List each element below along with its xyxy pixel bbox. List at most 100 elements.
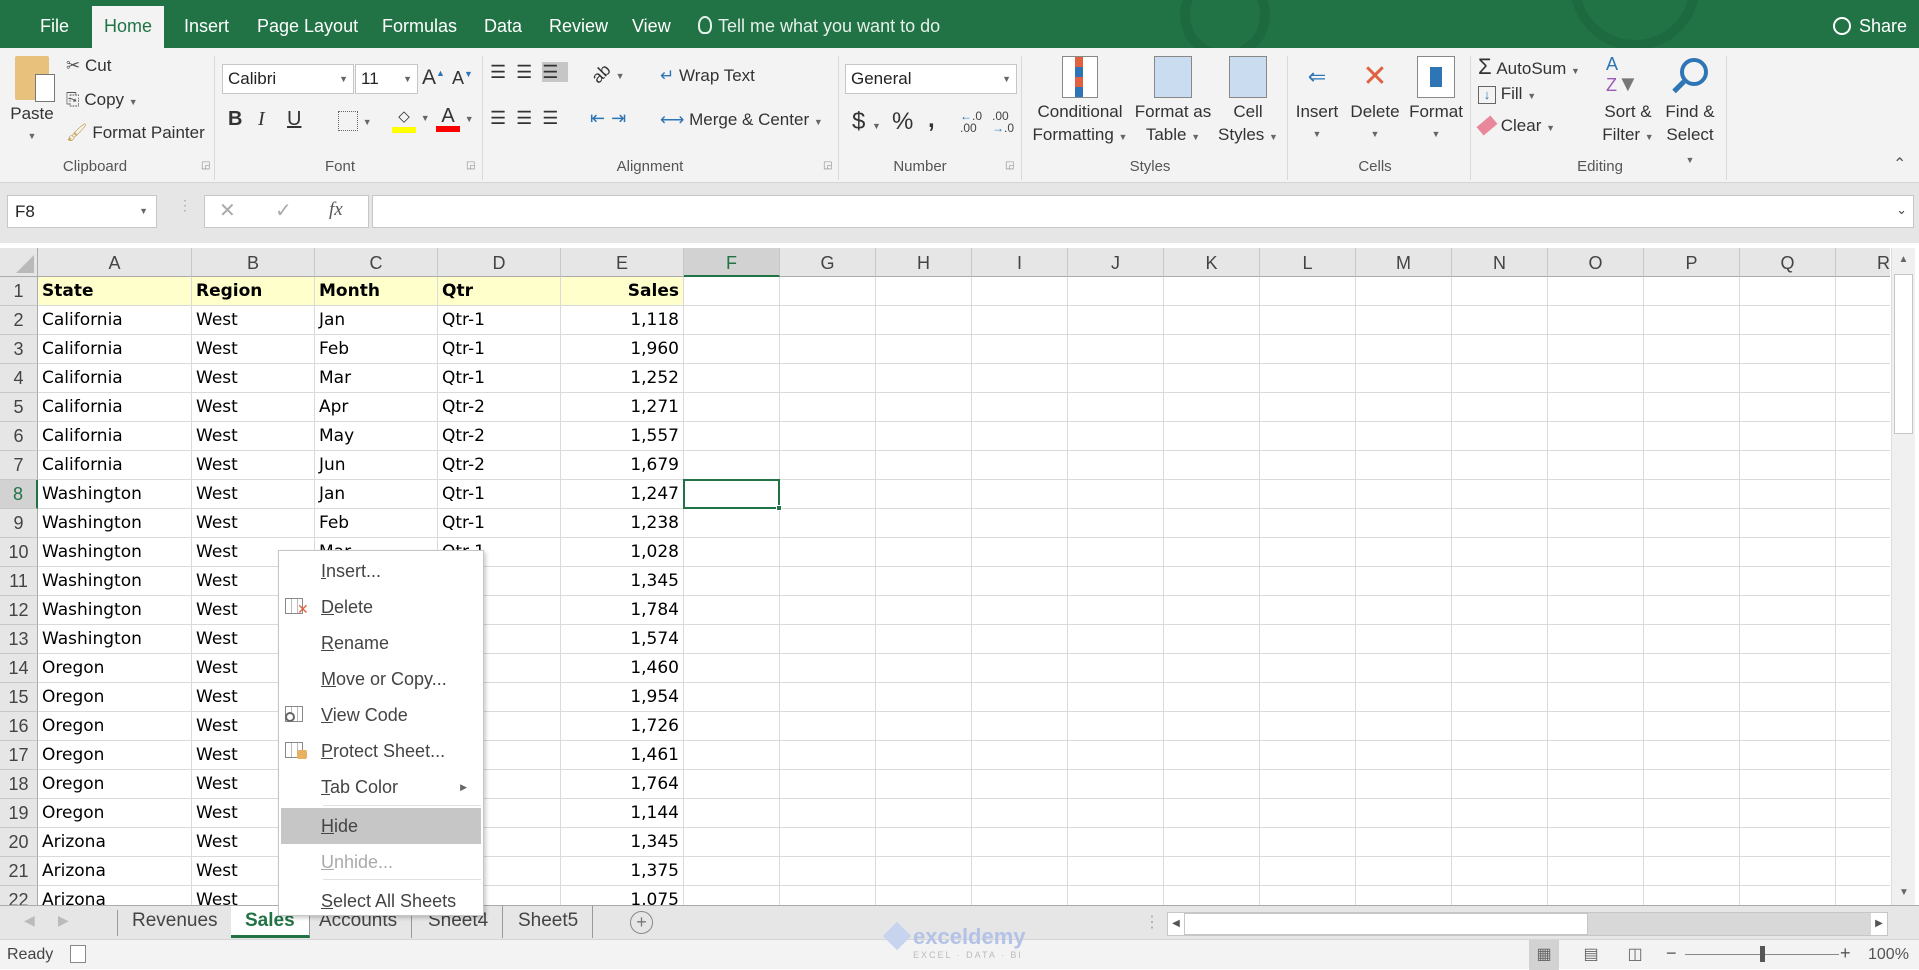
orientation-button[interactable]: ab ▼ <box>588 60 625 87</box>
cell[interactable] <box>876 335 972 364</box>
cell[interactable] <box>1548 596 1644 625</box>
cell[interactable] <box>1356 857 1452 886</box>
number-format-select[interactable]: General ▼ <box>845 64 1017 94</box>
horizontal-scrollbar[interactable]: ◀ ▶ <box>1167 912 1888 936</box>
cell[interactable] <box>1068 335 1164 364</box>
cell[interactable]: West <box>192 335 315 364</box>
copy-button[interactable]: ⎘ Copy ▼ <box>66 90 138 110</box>
cell[interactable] <box>1644 857 1740 886</box>
underline-button[interactable]: U <box>287 108 301 131</box>
row-header-15[interactable]: 15 <box>0 683 38 712</box>
cell[interactable]: Qtr-2 <box>438 451 561 480</box>
cell[interactable] <box>876 857 972 886</box>
cell[interactable]: 1,764 <box>561 770 684 799</box>
font-color-button[interactable]: A ▼ <box>436 106 474 132</box>
cell[interactable] <box>1452 364 1548 393</box>
cell[interactable] <box>1356 654 1452 683</box>
cell[interactable] <box>1452 451 1548 480</box>
cell[interactable]: West <box>192 451 315 480</box>
cell[interactable]: 1,557 <box>561 422 684 451</box>
cell[interactable] <box>780 683 876 712</box>
cell[interactable] <box>1068 538 1164 567</box>
cell[interactable] <box>1356 799 1452 828</box>
cell[interactable] <box>1452 828 1548 857</box>
cell[interactable] <box>1164 567 1260 596</box>
cell[interactable] <box>1452 393 1548 422</box>
cell[interactable]: Qtr-2 <box>438 422 561 451</box>
cell[interactable] <box>1356 480 1452 509</box>
cell[interactable] <box>1452 799 1548 828</box>
cell[interactable]: West <box>192 306 315 335</box>
cell[interactable] <box>1164 509 1260 538</box>
cell[interactable] <box>1644 509 1740 538</box>
cell[interactable] <box>1164 364 1260 393</box>
menu-item-select-all-sheets[interactable]: Select All Sheets <box>279 883 483 919</box>
cell[interactable] <box>1548 451 1644 480</box>
cell[interactable] <box>1356 683 1452 712</box>
cell[interactable] <box>1740 480 1836 509</box>
cell[interactable] <box>1164 306 1260 335</box>
cell[interactable] <box>1644 364 1740 393</box>
cell[interactable]: 1,345 <box>561 828 684 857</box>
cell[interactable] <box>1356 828 1452 857</box>
cell[interactable] <box>1164 828 1260 857</box>
cell[interactable] <box>1644 741 1740 770</box>
cell[interactable]: California <box>38 364 192 393</box>
cell[interactable] <box>876 480 972 509</box>
cell[interactable] <box>1356 422 1452 451</box>
header-cell[interactable] <box>1452 277 1548 306</box>
cell[interactable] <box>1068 509 1164 538</box>
cell[interactable] <box>1260 625 1356 654</box>
cell[interactable] <box>780 741 876 770</box>
cell[interactable] <box>1644 306 1740 335</box>
cell[interactable]: 1,460 <box>561 654 684 683</box>
cell[interactable] <box>1260 712 1356 741</box>
decrease-font-size-button[interactable]: A▼ <box>452 68 473 89</box>
cell[interactable] <box>876 770 972 799</box>
italic-button[interactable]: I <box>258 108 265 131</box>
header-cell[interactable] <box>780 277 876 306</box>
row-header-12[interactable]: 12 <box>0 596 38 625</box>
cell[interactable] <box>684 712 780 741</box>
zoom-slider-thumb[interactable] <box>1760 946 1765 962</box>
cell[interactable] <box>972 451 1068 480</box>
cell[interactable] <box>1836 683 1890 712</box>
cell[interactable] <box>1068 480 1164 509</box>
cell[interactable] <box>684 335 780 364</box>
cell[interactable] <box>1260 567 1356 596</box>
cell[interactable] <box>1548 393 1644 422</box>
cell[interactable] <box>684 828 780 857</box>
new-sheet-button[interactable]: + <box>630 911 653 934</box>
cell[interactable] <box>1068 857 1164 886</box>
cell[interactable]: Washington <box>38 596 192 625</box>
header-cell[interactable] <box>972 277 1068 306</box>
font-name-select[interactable]: Calibri ▼ <box>222 64 354 94</box>
formula-input[interactable]: ⌄ <box>372 195 1914 228</box>
comma-button[interactable]: , <box>928 106 935 134</box>
cell[interactable] <box>972 596 1068 625</box>
cell[interactable] <box>1836 480 1890 509</box>
cell[interactable] <box>1260 799 1356 828</box>
menu-item-hide[interactable]: Hide <box>281 808 481 844</box>
cell[interactable] <box>1740 596 1836 625</box>
cut-button[interactable]: ✂ Cut <box>66 56 111 76</box>
cell[interactable] <box>1836 712 1890 741</box>
cell[interactable]: 1,247 <box>561 480 684 509</box>
insert-function-button[interactable]: fx <box>329 199 343 221</box>
row-header-1[interactable]: 1 <box>0 277 38 306</box>
column-header-h[interactable]: H <box>876 248 972 277</box>
cell[interactable] <box>780 335 876 364</box>
cell[interactable] <box>1740 625 1836 654</box>
cell[interactable] <box>1068 625 1164 654</box>
column-header-d[interactable]: D <box>438 248 561 277</box>
cell[interactable] <box>1644 596 1740 625</box>
cell[interactable] <box>1452 654 1548 683</box>
cell[interactable] <box>972 770 1068 799</box>
cell[interactable] <box>1260 770 1356 799</box>
cell[interactable] <box>876 364 972 393</box>
cell[interactable]: 1,345 <box>561 567 684 596</box>
cell[interactable] <box>876 799 972 828</box>
prev-sheet-icon[interactable]: ◀ <box>24 912 35 929</box>
cell[interactable]: 1,271 <box>561 393 684 422</box>
cell[interactable] <box>1548 335 1644 364</box>
